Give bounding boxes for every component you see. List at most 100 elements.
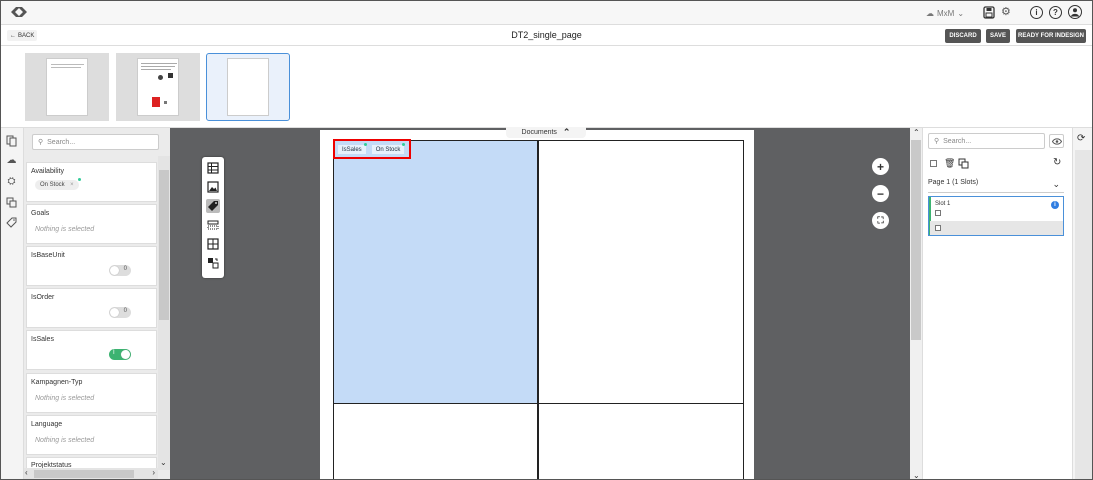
zoom-in-button[interactable]: +	[872, 158, 889, 175]
page-thumbnail-3[interactable]	[206, 53, 290, 121]
scroll-down-icon[interactable]: ⌄	[913, 471, 920, 480]
help-icon[interactable]: ?	[1049, 6, 1062, 19]
slot-3[interactable]	[333, 403, 538, 480]
page-thumbnail-2[interactable]	[116, 53, 200, 121]
swap-tool-icon[interactable]	[206, 256, 220, 270]
documents-tab[interactable]: Documents ⌃	[506, 127, 586, 138]
table-edit-tool-icon[interactable]	[206, 161, 220, 175]
delete-icon[interactable]: 🗑	[944, 158, 955, 169]
filter-label: Goals	[31, 210, 50, 217]
zoom-out-button[interactable]: −	[872, 185, 889, 202]
slot-sub-row	[930, 221, 1063, 235]
app-logo-icon[interactable]	[8, 4, 30, 20]
scrollbar-thumb[interactable]	[159, 170, 169, 320]
filter-placeholder: Nothing is selected	[35, 437, 95, 444]
eye-icon	[1051, 137, 1062, 145]
products-icon[interactable]: ⛭	[5, 175, 18, 188]
settings-gear-icon[interactable]: ⚙	[1001, 5, 1011, 18]
divider	[928, 192, 1064, 193]
filter-issales: IsSales I	[26, 330, 157, 370]
page-preview	[227, 58, 269, 116]
filter-placeholder: Nothing is selected	[35, 395, 95, 402]
filter-horizontal-scrollbar[interactable]: ‹ ›	[24, 468, 158, 480]
filter-label: IsSales	[31, 336, 54, 343]
scrollbar-thumb[interactable]	[34, 470, 134, 478]
layers-icon[interactable]	[5, 196, 18, 209]
slot-2[interactable]	[538, 140, 744, 404]
canvas-scrollbar[interactable]: ⌃ ⌄	[910, 128, 922, 480]
filter-isbaseunit: IsBaseUnit 0	[26, 246, 157, 286]
save-disk-icon[interactable]	[983, 6, 995, 19]
chevron-down-icon: ⌄	[957, 8, 965, 18]
visibility-toggle[interactable]	[1049, 134, 1064, 148]
slot-list-item[interactable]: Slot 1 i	[928, 196, 1064, 236]
chip-remove-icon[interactable]: ×	[70, 182, 74, 188]
filter-kampagnen-typ[interactable]: Kampagnen-Typ Nothing is selected	[26, 373, 157, 413]
page-group-label: Page 1 (1 Slots)	[928, 179, 979, 186]
filter-language[interactable]: Language Nothing is selected	[26, 415, 157, 455]
status-dot	[77, 178, 81, 181]
page-preview	[137, 58, 179, 116]
tag-tool-icon[interactable]	[206, 199, 220, 213]
row-tool-icon[interactable]	[206, 218, 220, 232]
pages-icon[interactable]	[5, 134, 18, 147]
filter-label: Language	[31, 421, 63, 428]
document-page	[320, 130, 754, 480]
filter-scrollbar[interactable]	[158, 156, 170, 470]
duplicate-icon[interactable]	[958, 158, 969, 171]
toggle-text: I	[113, 350, 115, 356]
filter-goals[interactable]: Goals Nothing is selected	[26, 204, 157, 244]
discard-button[interactable]: DISCARD	[945, 29, 981, 43]
filter-label: Availability	[31, 168, 64, 175]
scroll-right-icon[interactable]: ›	[152, 468, 155, 477]
filter-isorder: IsOrder 0	[26, 288, 157, 328]
isorder-toggle[interactable]: 0	[109, 307, 131, 318]
slot-checkbox[interactable]	[935, 210, 941, 216]
account-avatar-icon[interactable]	[1068, 5, 1082, 19]
image-tool-icon[interactable]	[206, 180, 220, 194]
slots-search-input[interactable]: ⚲ Search...	[928, 133, 1045, 149]
grid-tool-icon[interactable]	[206, 237, 220, 251]
toggle-text: 0	[123, 308, 127, 314]
documents-tab-label: Documents	[521, 129, 557, 136]
filter-availability[interactable]: Availability On Stock ×	[26, 162, 157, 202]
slot-1[interactable]	[333, 140, 538, 404]
user-menu[interactable]: ☁ MxM ⌄	[926, 6, 964, 20]
scrollbar-thumb[interactable]	[911, 140, 921, 340]
slot-sub-checkbox[interactable]	[935, 225, 941, 231]
search-placeholder: Search...	[47, 138, 76, 146]
page-group-header[interactable]: Page 1 (1 Slots) ⌄	[928, 179, 1064, 191]
page-preview	[46, 58, 88, 116]
isbaseunit-toggle[interactable]: 0	[109, 265, 131, 276]
filter-search-input[interactable]: ⚲ Search...	[32, 134, 159, 150]
brand-icon[interactable]: ☁	[5, 154, 18, 167]
filter-label: IsOrder	[31, 294, 55, 301]
save-button[interactable]: SAVE	[986, 29, 1010, 43]
toggle-knob	[110, 266, 119, 275]
document-title: DT2_single_page	[511, 30, 582, 40]
slot-4[interactable]	[538, 403, 744, 480]
tag-icon[interactable]	[5, 216, 18, 229]
ready-for-indesign-button[interactable]: READY FOR INDESIGN	[1016, 29, 1086, 43]
page-thumbnail-1[interactable]	[25, 53, 109, 121]
user-label: MxM	[937, 8, 955, 18]
chevron-down-icon: ⌄	[1052, 179, 1060, 189]
fit-to-screen-button[interactable]: ⛶	[872, 212, 889, 229]
refresh-icon[interactable]: ↻	[1053, 157, 1061, 168]
right-side-rail	[1072, 128, 1093, 480]
info-icon[interactable]: i	[1030, 6, 1043, 19]
scroll-left-icon[interactable]: ‹	[25, 468, 28, 477]
filter-chip[interactable]: On Stock ×	[35, 178, 81, 190]
cloud-user-icon: ☁	[926, 8, 934, 18]
scroll-up-icon[interactable]: ⌃	[913, 128, 920, 137]
select-all-checkbox[interactable]	[930, 160, 937, 167]
scroll-down-icon[interactable]: ⌄	[160, 458, 167, 467]
chip-label: On Stock	[40, 182, 65, 188]
issales-toggle[interactable]: I	[109, 349, 131, 360]
search-icon: ⚲	[38, 139, 44, 146]
info-icon[interactable]: i	[1051, 201, 1059, 209]
toggle-knob	[121, 350, 130, 359]
highlight-box	[333, 139, 411, 159]
sync-icon[interactable]: ⟳	[1077, 133, 1085, 144]
filter-label: Kampagnen-Typ	[31, 379, 83, 386]
